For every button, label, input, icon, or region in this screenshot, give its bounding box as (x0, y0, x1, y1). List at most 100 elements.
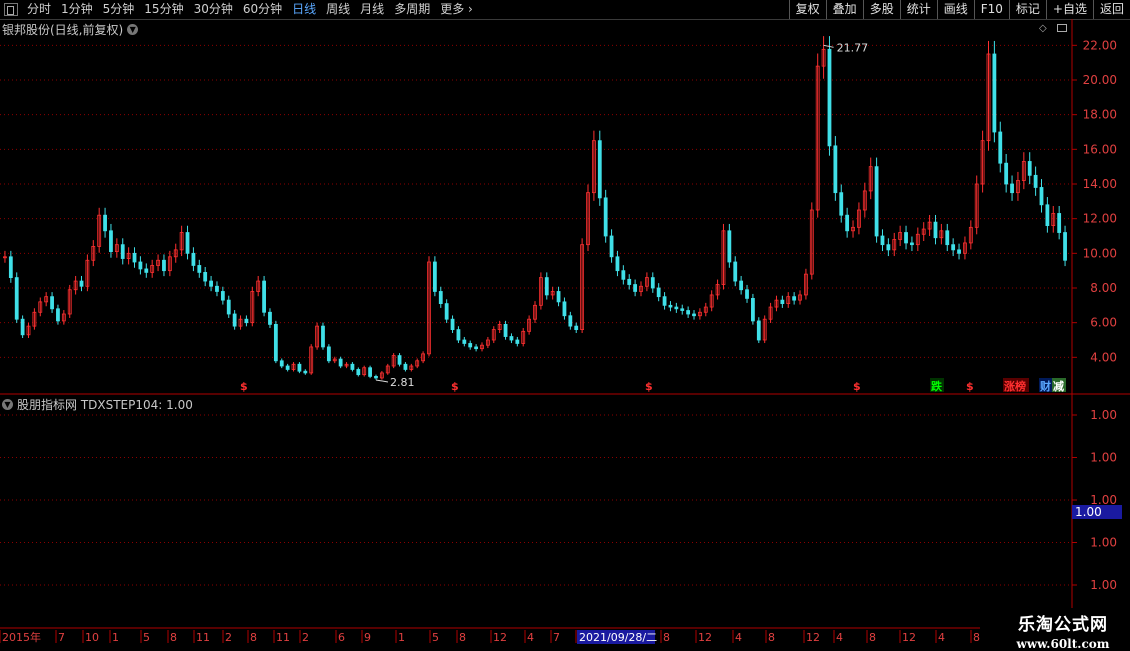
candle-body (209, 280, 213, 287)
candle-body (474, 346, 479, 350)
period-tabs: 分时 1分钟 5分钟 15分钟 30分钟 60分钟 日线 周线 月线 多周期 更多 › (0, 0, 478, 19)
toolbar-button-5[interactable]: F10 (973, 0, 1009, 19)
event-marker: $ (853, 380, 861, 393)
candle-body (138, 261, 143, 270)
candle-body (391, 355, 396, 367)
period-tab-7[interactable]: 周线 (321, 0, 355, 19)
candle-body (627, 278, 632, 285)
candle-body (892, 239, 897, 251)
candle-body (427, 261, 431, 355)
time-axis-label: 8 (663, 631, 670, 644)
low-price-label: 2.81 (390, 376, 415, 389)
candle-body (285, 365, 290, 370)
candle-body (91, 245, 96, 261)
period-tab-6[interactable]: 日线 (287, 0, 321, 19)
period-tab-4[interactable]: 30分钟 (189, 0, 238, 19)
toolbar-button-4[interactable]: 画线 (936, 0, 974, 19)
candle-body (550, 291, 555, 296)
candle-body (385, 365, 390, 374)
candle-body (533, 304, 537, 320)
period-tab-2[interactable]: 5分钟 (98, 0, 140, 19)
period-tab-10[interactable]: 更多 › (435, 0, 478, 19)
period-tab-8[interactable]: 月线 (355, 0, 389, 19)
candle-body (786, 296, 791, 304)
chevron-down-icon[interactable]: ▼ (2, 399, 13, 410)
candle-body (356, 369, 361, 376)
candle-body (574, 325, 579, 330)
current-value-box (1072, 505, 1122, 519)
candle-body (374, 375, 378, 379)
candle-body (462, 339, 467, 344)
candle-body (974, 183, 979, 228)
event-marker: $ (966, 380, 974, 393)
candle-body (250, 291, 255, 324)
toolbar-button-2[interactable]: 多股 (862, 0, 900, 19)
period-tab-5[interactable]: 60分钟 (238, 0, 287, 19)
candle-body (20, 318, 25, 336)
candle-body (103, 214, 107, 232)
menu-icon[interactable] (4, 3, 18, 16)
time-axis-label: 5 (432, 631, 439, 644)
price-axis-label: 20.00 (1083, 73, 1117, 87)
toolbar-button-3[interactable]: 统计 (899, 0, 937, 19)
toolbar-button-7[interactable]: +自选 (1045, 0, 1093, 19)
candle-body (992, 53, 997, 133)
candle-body (397, 355, 402, 365)
candle-body (503, 323, 508, 337)
time-axis-label: 11 (196, 631, 210, 644)
candle-body (150, 265, 155, 273)
candle-body (745, 289, 749, 299)
candle-body (621, 270, 626, 280)
candle-body (332, 358, 337, 362)
time-axis-label: 6 (338, 631, 345, 644)
low-pointer (375, 379, 389, 383)
candle-body (379, 372, 384, 379)
candle-body (226, 299, 231, 315)
candle-body (1004, 162, 1009, 185)
kline-chart[interactable]: 22.0020.0018.0016.0014.0012.0010.008.006… (0, 0, 1130, 650)
candle-body (980, 140, 985, 185)
period-tab-9[interactable]: 多周期 (389, 0, 435, 19)
period-tab-0[interactable]: 分时 (22, 0, 56, 19)
candle-body (279, 360, 284, 367)
time-axis-label: 8 (170, 631, 177, 644)
candle-body (809, 209, 814, 275)
toolbar-button-6[interactable]: 标记 (1008, 0, 1046, 19)
diamond-icon[interactable]: ◇ (1039, 23, 1047, 34)
candle-body (851, 226, 855, 232)
candle-body (656, 287, 661, 298)
period-tab-1[interactable]: 1分钟 (56, 0, 98, 19)
price-axis-label: 4.00 (1090, 350, 1117, 364)
candle-body (798, 294, 802, 301)
time-axis-label: 7 (553, 631, 560, 644)
toolbar-button-1[interactable]: 叠加 (825, 0, 863, 19)
candle-body (686, 310, 691, 315)
candle-body (321, 325, 325, 348)
candle-body (857, 209, 861, 228)
candle-body (67, 289, 72, 315)
candle-body (468, 343, 473, 348)
event-marker: 财 (1039, 379, 1051, 393)
time-axis-label: 12 (493, 631, 507, 644)
time-axis-label: 12 (806, 631, 820, 644)
candle-body (309, 346, 314, 374)
candle-body (538, 277, 543, 306)
toolbar-button-0[interactable]: 复权 (788, 0, 826, 19)
candle-body (450, 318, 455, 331)
watermark-url: www.60lt.com (1016, 637, 1110, 651)
chevron-down-icon[interactable]: ▼ (127, 24, 139, 35)
candle-body (668, 304, 673, 308)
candle-body (827, 48, 832, 147)
candle-body (73, 280, 78, 291)
period-tab-3[interactable]: 15分钟 (139, 0, 188, 19)
candle-body (368, 367, 372, 377)
candle-body (921, 228, 926, 235)
indicator-axis-label: 1.00 (1090, 408, 1117, 422)
candle-body (26, 325, 31, 336)
candle-body (3, 256, 7, 259)
window-icon[interactable] (1057, 24, 1067, 32)
candle-body (739, 280, 744, 291)
candle-body (751, 297, 755, 322)
toolbar-button-8[interactable]: 返回 (1092, 0, 1130, 19)
candle-body (898, 232, 903, 240)
